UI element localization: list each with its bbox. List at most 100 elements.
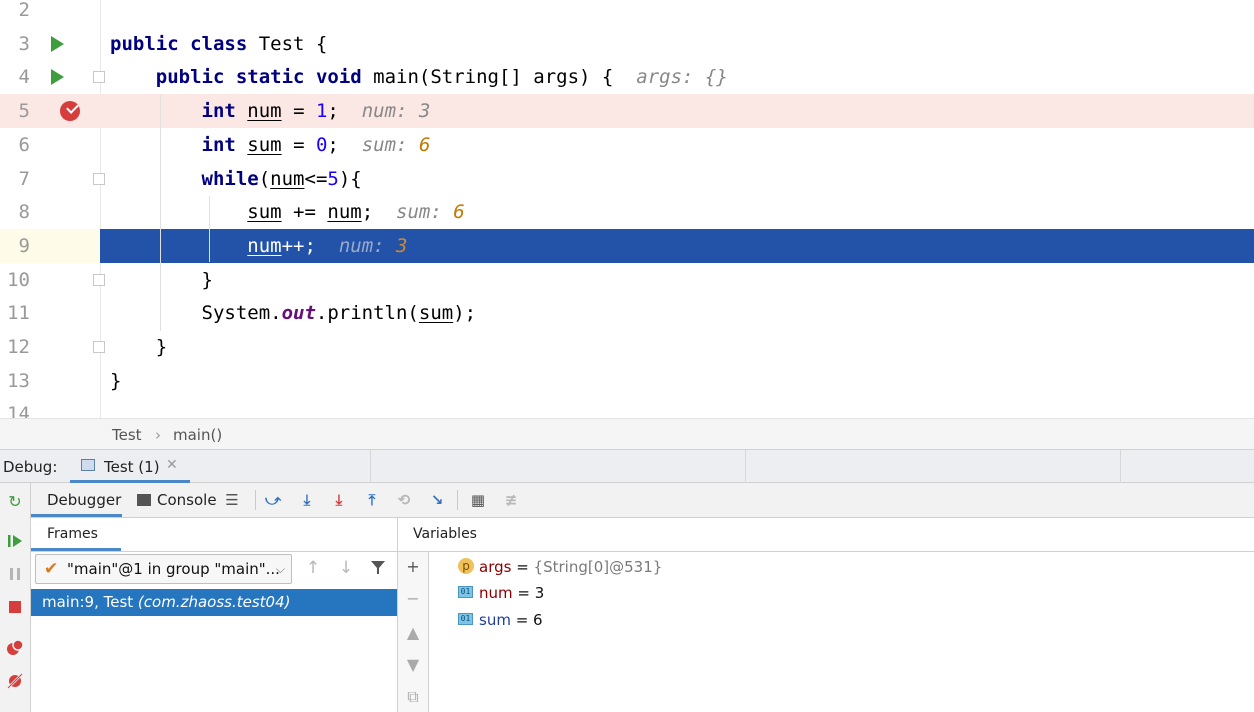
variable-equals: = (511, 558, 534, 576)
session-tab-label: Test (1) (104, 458, 160, 476)
code-text: public class Test { (110, 27, 327, 61)
frames-panel: Frames ✔ "main"@1 in group "main"... ⌵ ↑… (31, 518, 398, 712)
frame-row-selected[interactable]: main:9, Test (com.zhaoss.test04) (31, 589, 397, 616)
move-down-icon[interactable]: ▼ (404, 656, 422, 674)
code-editor[interactable]: 2 3 public class Test {4 public static voi… (0, 0, 1254, 418)
move-up-icon[interactable]: ▲ (404, 624, 422, 642)
resume-icon[interactable] (6, 532, 24, 550)
breadcrumb: Test › main() (0, 418, 1254, 449)
variable-name: args (479, 558, 512, 576)
code-line-breakpoint[interactable]: 5 int num = 1; num: 3 (0, 94, 1254, 129)
code-line[interactable]: 8 sum += num; sum: 6 (0, 195, 1254, 229)
code-line[interactable]: 11 System.out.println(sum); (0, 296, 1254, 330)
step-out-icon[interactable]: ⤒ (362, 490, 382, 510)
stop-icon[interactable] (6, 598, 24, 616)
layout-icon[interactable]: ☰ (222, 490, 242, 510)
breadcrumb-method[interactable]: main() (173, 426, 222, 444)
code-line[interactable]: 13} (0, 364, 1254, 398)
run-gutter-icon[interactable] (51, 35, 64, 52)
code-token: .println( (315, 302, 419, 325)
code-text: int num = 1; num: 3 (110, 94, 431, 128)
line-number: 5 (18, 100, 30, 123)
show-execution-point-icon[interactable]: ⤻ (263, 490, 283, 510)
code-line-current[interactable]: 9 num++; num: 3 (0, 228, 1254, 263)
rerun-icon[interactable]: ↻ (6, 493, 24, 511)
inline-debug-value: args: {} (636, 66, 728, 89)
add-watch-icon[interactable]: + (404, 558, 422, 576)
fold-marker-icon[interactable] (93, 273, 105, 286)
breadcrumb-separator: › (155, 426, 161, 444)
code-token: public (155, 66, 225, 89)
session-tab[interactable]: Test (1) ✕ (70, 450, 190, 483)
divider (745, 450, 746, 483)
code-token: ; (327, 100, 362, 123)
inline-debug-value: 3 (396, 234, 408, 257)
debug-label: Debug: (3, 458, 58, 476)
variable-equals: = (510, 611, 534, 629)
code-token: while (201, 167, 259, 190)
code-token: 0 (315, 133, 328, 156)
fold-marker-icon[interactable] (93, 71, 105, 84)
code-token: num (327, 201, 362, 224)
code-token: = (281, 133, 316, 156)
code-token: ; (327, 133, 362, 156)
mute-breakpoints-icon[interactable] (6, 672, 24, 690)
code-line[interactable]: 12 } (0, 330, 1254, 364)
run-to-cursor-icon[interactable]: ↘ (427, 490, 447, 510)
code-token: 1 (315, 100, 328, 123)
code-line[interactable]: 7 while(num<=5){ (0, 162, 1254, 196)
line-number: 11 (7, 302, 30, 325)
evaluate-expression-icon[interactable]: ▦ (468, 490, 488, 510)
view-breakpoints-icon[interactable] (6, 639, 24, 657)
step-over-icon[interactable]: ⤓ (297, 490, 317, 510)
trace-icon[interactable]: ≢ (501, 490, 521, 510)
breadcrumb-class[interactable]: Test (112, 426, 142, 444)
code-line[interactable]: 14 (0, 397, 1254, 418)
fold-marker-icon[interactable] (93, 341, 105, 353)
code-token: += (281, 201, 328, 224)
code-line[interactable]: 10 } (0, 263, 1254, 297)
variables-title: Variables (413, 526, 477, 542)
variables-tab[interactable]: Variables (413, 518, 533, 551)
thread-selector-value: "main"@1 in group "main"... (67, 560, 280, 578)
line-number: 4 (18, 66, 30, 89)
close-icon[interactable]: ✕ (166, 457, 178, 473)
code-line[interactable]: 2 (0, 0, 1254, 27)
tab-console[interactable]: Console (137, 483, 217, 517)
copy-icon[interactable]: ⧉ (404, 688, 422, 706)
chevron-down-icon: ⌵ (275, 562, 285, 576)
line-number: 12 (7, 336, 30, 358)
pause-icon[interactable] (6, 565, 24, 583)
code-line[interactable]: 3 public class Test { (0, 27, 1254, 61)
thread-selector[interactable]: ✔ "main"@1 in group "main"... ⌵ (35, 554, 292, 584)
code-line[interactable]: 4 public static void main(String[] args)… (0, 60, 1254, 94)
code-token: sum (418, 302, 454, 325)
code-line[interactable]: 6 int sum = 0; sum: 6 (0, 128, 1254, 162)
remove-watch-icon[interactable]: − (404, 590, 422, 608)
code-token: static (235, 66, 305, 89)
variable-name: num (479, 584, 513, 602)
run-gutter-icon[interactable] (51, 69, 64, 86)
arrow-up-icon[interactable]: ↑ (303, 558, 323, 578)
divider (31, 551, 397, 552)
primitive-icon: 01 (458, 586, 473, 598)
force-step-into-icon[interactable]: ⤓ (329, 490, 349, 510)
code-text: System.out.println(sum); (110, 296, 477, 330)
breakpoint-icon[interactable] (60, 101, 80, 122)
frames-tab[interactable]: Frames (31, 518, 121, 551)
line-number: 10 (7, 268, 30, 291)
variable-name: sum (479, 611, 511, 629)
code-text: } (110, 364, 121, 398)
tab-debugger[interactable]: Debugger (31, 483, 122, 517)
filter-icon[interactable] (368, 558, 388, 578)
arrow-down-icon[interactable]: ↓ (336, 558, 356, 578)
drop-frame-icon[interactable]: ⟲ (394, 490, 414, 510)
code-token: num (247, 100, 282, 123)
code-token: num (247, 234, 282, 257)
fold-marker-icon[interactable] (93, 172, 105, 185)
indent-guide (160, 95, 161, 331)
